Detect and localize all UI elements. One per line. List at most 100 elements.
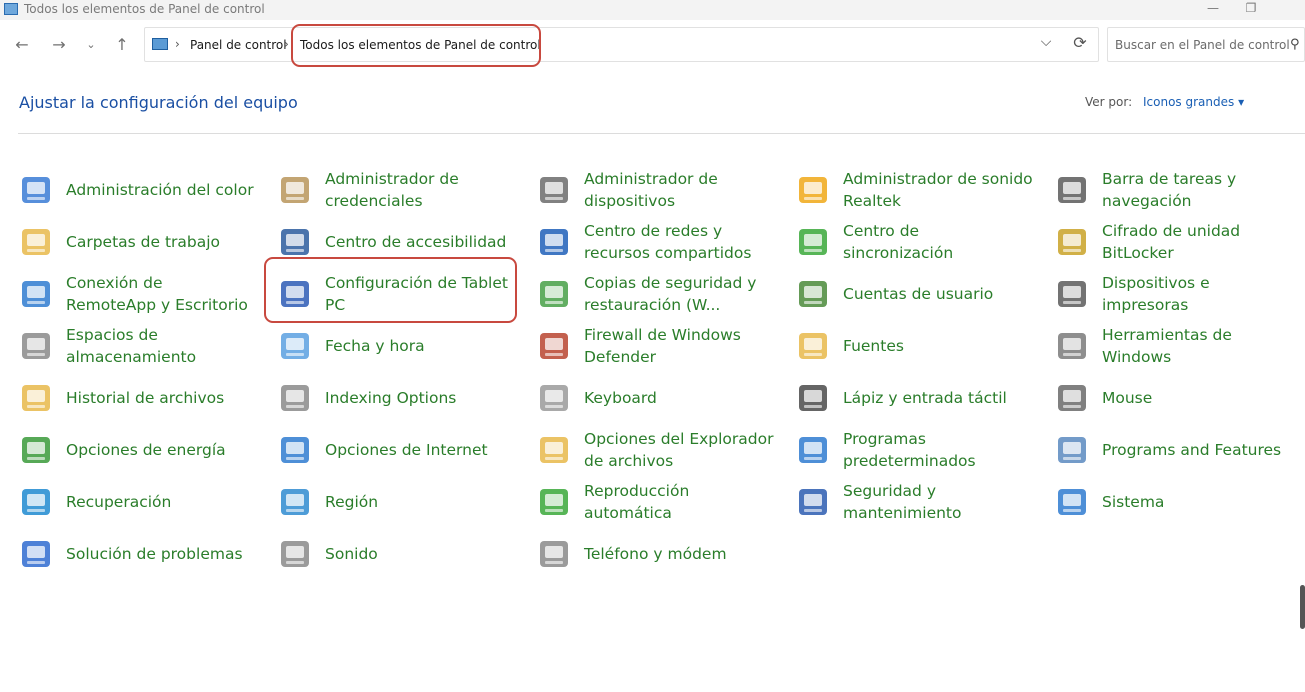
back-arrow-icon[interactable]: ← bbox=[11, 34, 33, 56]
control-panel-item-label: Administración del color bbox=[66, 181, 254, 199]
title-bar: Todos los elementos de Panel de control … bbox=[0, 0, 1305, 20]
control-panel-item[interactable]: Dispositivos e impresoras bbox=[1055, 272, 1292, 316]
control-panel-item-label: Recuperación bbox=[66, 493, 172, 511]
control-panel-item-label: Sonido bbox=[325, 545, 378, 563]
control-panel-item[interactable]: Programs and Features bbox=[1055, 428, 1292, 472]
control-panel-item[interactable]: Región bbox=[278, 480, 515, 524]
control-panel-item[interactable]: Administrador de credenciales bbox=[278, 168, 515, 212]
control-panel-item[interactable]: Sistema bbox=[1055, 480, 1292, 524]
control-panel-item[interactable]: Fecha y hora bbox=[278, 324, 515, 368]
control-panel-item[interactable]: Administración del color bbox=[19, 168, 256, 212]
control-panel-item[interactable]: Indexing Options bbox=[278, 376, 515, 420]
power-options-icon bbox=[19, 433, 53, 467]
control-panel-item[interactable]: Cifrado de unidad BitLocker bbox=[1055, 220, 1292, 264]
control-panel-item[interactable]: Copias de seguridad y restauración (W... bbox=[537, 272, 774, 316]
highlight-box bbox=[291, 24, 541, 67]
control-panel-item-label: Solución de problemas bbox=[66, 545, 243, 563]
credential-manager-icon bbox=[278, 173, 312, 207]
control-panel-item[interactable]: Espacios de almacenamiento bbox=[19, 324, 256, 368]
control-panel-item[interactable]: Centro de redes y recursos compartidos bbox=[537, 220, 774, 264]
control-panel-item[interactable]: Teléfono y módem bbox=[537, 532, 774, 576]
control-panel-item[interactable]: Sonido bbox=[278, 532, 515, 576]
control-panel-item-label: Administrador de sonido Realtek bbox=[843, 170, 1033, 210]
control-panel-item[interactable]: Administrador de sonido Realtek bbox=[796, 168, 1033, 212]
control-panel-item-label: Cifrado de unidad BitLocker bbox=[1102, 222, 1241, 262]
control-panel-item-label: Keyboard bbox=[584, 389, 657, 407]
refresh-icon[interactable]: ⟳ bbox=[1070, 33, 1090, 53]
control-panel-item[interactable]: Opciones de Internet bbox=[278, 428, 515, 472]
page-title: Ajustar la configuración del equipo bbox=[19, 93, 298, 112]
control-panel-item[interactable]: Herramientas de Windows bbox=[1055, 324, 1292, 368]
control-panel-item-label: Centro de redes y recursos compartidos bbox=[584, 222, 752, 262]
storage-spaces-icon bbox=[19, 329, 53, 363]
control-panel-item-label: Programas predeterminados bbox=[843, 430, 976, 470]
control-panel-item[interactable]: Carpetas de trabajo bbox=[19, 220, 256, 264]
network-icon bbox=[537, 225, 571, 259]
realtek-audio-icon bbox=[796, 173, 830, 207]
region-icon bbox=[278, 485, 312, 519]
control-panel-item[interactable]: Mouse bbox=[1055, 376, 1292, 420]
control-panel-item-label: Dispositivos e impresoras bbox=[1102, 274, 1210, 314]
printer-icon bbox=[1055, 277, 1089, 311]
control-panel-item[interactable]: Lápiz y entrada táctil bbox=[796, 376, 1033, 420]
control-panel-item[interactable]: Fuentes bbox=[796, 324, 1033, 368]
control-panel-item-label: Lápiz y entrada táctil bbox=[843, 389, 1007, 407]
up-arrow-icon[interactable]: ↑ bbox=[111, 34, 133, 56]
work-folders-icon bbox=[19, 225, 53, 259]
breadcrumb-separator: › bbox=[175, 37, 180, 51]
control-panel-item[interactable]: Conexión de RemoteApp y Escritorio bbox=[19, 272, 256, 316]
control-panel-item-label: Centro de sincronización bbox=[843, 222, 954, 262]
control-panel-item-label: Indexing Options bbox=[325, 389, 457, 407]
control-panel-item[interactable]: Administrador de dispositivos bbox=[537, 168, 774, 212]
view-by-dropdown[interactable]: Iconos grandes ▾ bbox=[1143, 95, 1244, 109]
control-panel-item-label: Fecha y hora bbox=[325, 337, 425, 355]
remoteapp-icon bbox=[19, 277, 53, 311]
user-accounts-icon bbox=[796, 277, 830, 311]
control-panel-item[interactable]: Firewall de Windows Defender bbox=[537, 324, 774, 368]
control-panel-item-label: Seguridad y mantenimiento bbox=[843, 482, 962, 522]
control-panel-app-icon bbox=[4, 3, 18, 15]
control-panel-item-label: Herramientas de Windows bbox=[1102, 326, 1232, 366]
bitlocker-icon bbox=[1055, 225, 1089, 259]
control-panel-item[interactable]: Cuentas de usuario bbox=[796, 272, 1033, 316]
breadcrumb-separator[interactable]: › bbox=[284, 37, 289, 51]
control-panel-item-label: Historial de archivos bbox=[66, 389, 225, 407]
accessibility-icon bbox=[278, 225, 312, 259]
control-panel-item[interactable]: Solución de problemas bbox=[19, 532, 256, 576]
control-panel-item-label: Fuentes bbox=[843, 337, 904, 355]
control-panel-item[interactable]: Recuperación bbox=[19, 480, 256, 524]
firewall-icon bbox=[537, 329, 571, 363]
system-icon bbox=[1055, 485, 1089, 519]
chevron-down-icon[interactable]: ⌵ bbox=[1036, 34, 1056, 54]
control-panel-item[interactable]: Seguridad y mantenimiento bbox=[796, 480, 1033, 524]
control-panel-item-label: Administrador de dispositivos bbox=[584, 170, 718, 210]
folder-options-icon bbox=[537, 433, 571, 467]
control-panel-item[interactable]: Opciones del Explorador de archivos bbox=[537, 428, 774, 472]
forward-arrow-icon[interactable]: → bbox=[48, 34, 70, 56]
control-panel-item-label: Firewall de Windows Defender bbox=[584, 326, 741, 366]
control-panel-item-label: Conexión de RemoteApp y Escritorio bbox=[66, 274, 248, 314]
scrollbar-thumb[interactable] bbox=[1300, 585, 1305, 629]
search-icon[interactable]: ⚲ bbox=[1290, 37, 1300, 52]
control-panel-item[interactable]: Programas predeterminados bbox=[796, 428, 1033, 472]
keyboard-icon bbox=[537, 381, 571, 415]
windows-tools-icon bbox=[1055, 329, 1089, 363]
breadcrumb-control-panel[interactable]: Panel de control bbox=[190, 38, 287, 52]
recovery-icon bbox=[19, 485, 53, 519]
control-panel-item[interactable]: Keyboard bbox=[537, 376, 774, 420]
control-panel-item-label: Opciones de energía bbox=[66, 441, 226, 459]
control-panel-item[interactable]: Barra de tareas y navegación bbox=[1055, 168, 1292, 212]
indexing-options-icon bbox=[278, 381, 312, 415]
control-panel-item[interactable]: Centro de sincronización bbox=[796, 220, 1033, 264]
recent-locations-chevron-icon[interactable]: ⌄ bbox=[80, 34, 102, 56]
maximize-button[interactable]: ❐ bbox=[1228, 0, 1274, 20]
control-panel-location-icon bbox=[152, 38, 168, 50]
control-panel-item[interactable]: Historial de archivos bbox=[19, 376, 256, 420]
control-panel-item[interactable]: Opciones de energía bbox=[19, 428, 256, 472]
control-panel-item-label: Centro de accesibilidad bbox=[325, 233, 507, 251]
search-placeholder: Buscar en el Panel de control bbox=[1115, 38, 1290, 52]
control-panel-item[interactable]: Reproducción automática bbox=[537, 480, 774, 524]
security-maintenance-icon bbox=[796, 485, 830, 519]
highlight-box bbox=[264, 257, 517, 323]
troubleshooting-icon bbox=[19, 537, 53, 571]
